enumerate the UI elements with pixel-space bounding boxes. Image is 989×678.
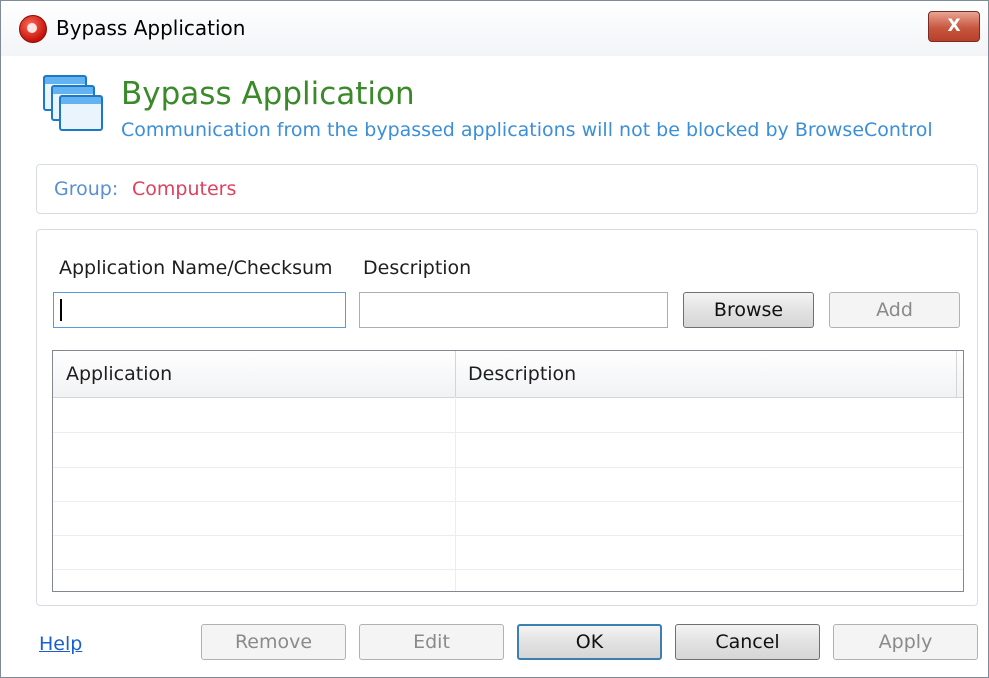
column-divider[interactable] [956,351,957,397]
description-input[interactable] [359,292,668,328]
description-label: Description [363,257,472,279]
window-title: Bypass Application [56,16,246,40]
add-button[interactable]: Add [829,292,960,328]
app-logo-icon [19,15,47,43]
ok-button[interactable]: OK [517,624,662,660]
browse-button[interactable]: Browse [683,292,814,328]
table-row [53,398,963,433]
application-name-input[interactable] [53,292,346,328]
help-link[interactable]: Help [39,633,82,655]
table-row [53,433,963,468]
table-header: Application Description [53,351,963,398]
edit-button[interactable]: Edit [359,624,504,660]
column-header-description[interactable]: Description [455,351,958,397]
dialog-window: Bypass Application X Bypass Application … [0,0,989,678]
table-row [53,501,963,536]
apply-button[interactable]: Apply [833,624,978,660]
group-label: Group: [54,178,119,200]
column-divider [455,397,456,591]
windows-stack-icon [41,73,107,139]
group-value: Computers [132,178,237,200]
application-name-label: Application Name/Checksum [59,257,333,279]
page-subtitle: Communication from the bypassed applicat… [121,119,933,141]
close-button[interactable]: X [928,11,980,42]
bypass-application-table[interactable]: Application Description [52,350,964,592]
column-header-application[interactable]: Application [53,351,456,397]
text-caret [60,299,62,321]
table-row [53,467,963,502]
cancel-button[interactable]: Cancel [675,624,820,660]
group-info-box: Group: Computers [36,164,978,214]
page-title: Bypass Application [121,76,415,112]
remove-button[interactable]: Remove [201,624,346,660]
title-bar[interactable]: Bypass Application X [1,1,988,56]
table-row [53,535,963,570]
